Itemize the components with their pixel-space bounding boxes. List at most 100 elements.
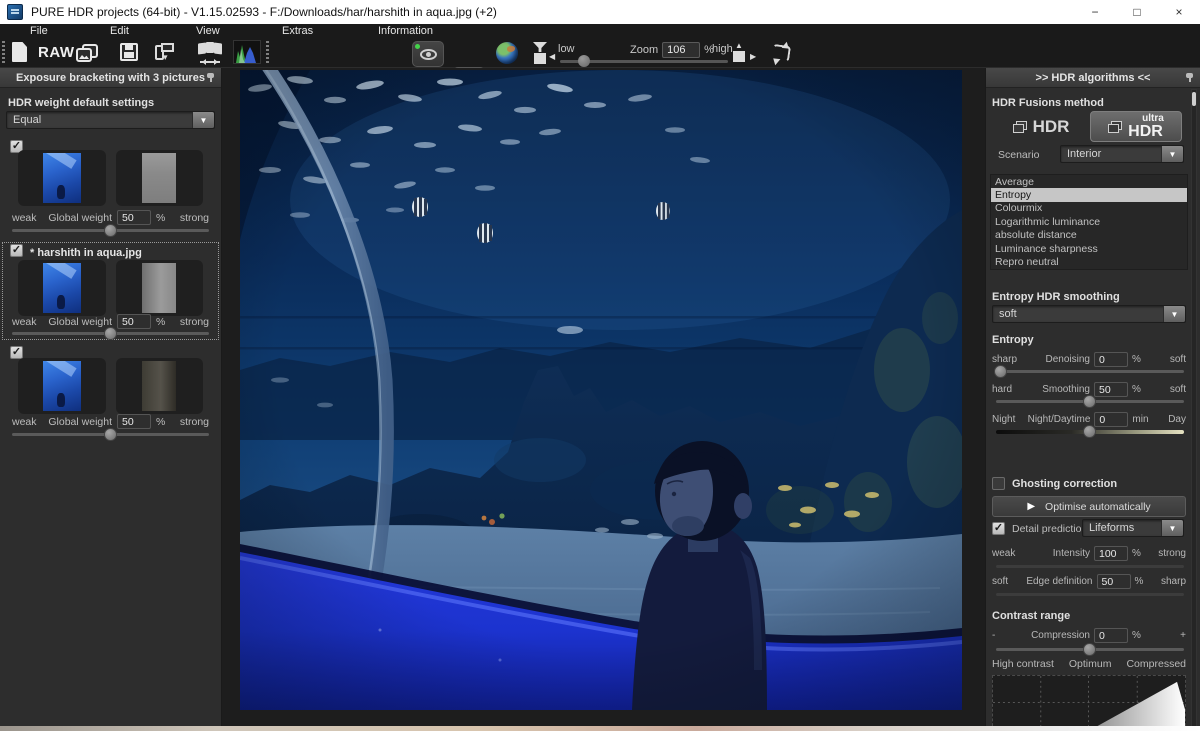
scrollbar-thumb[interactable] <box>1192 92 1196 106</box>
compression-slider[interactable] <box>996 648 1184 651</box>
denoising-input[interactable] <box>1094 352 1128 367</box>
exposure-2-checkbox[interactable]: ✓ <box>10 244 23 257</box>
weight-map-thumbnail[interactable] <box>116 260 204 316</box>
intensity-slider[interactable] <box>996 565 1184 568</box>
weight-map-thumbnail[interactable] <box>116 358 204 414</box>
exposure-item-3[interactable]: ✓ weak Global weight % strong <box>4 346 217 442</box>
decrease-arrow-icon[interactable]: ◀ <box>549 52 555 61</box>
chevron-down-icon[interactable]: ▼ <box>192 112 214 128</box>
algorithm-colourmix[interactable]: Colourmix <box>991 202 1187 215</box>
scenario-dropdown[interactable]: Interior ▼ <box>1060 145 1184 163</box>
menu-extras[interactable]: Extras <box>282 25 313 37</box>
weight-slider-1[interactable] <box>12 229 209 232</box>
chevron-down-icon[interactable]: ▼ <box>1163 306 1185 322</box>
panorama-view-button[interactable] <box>198 43 222 63</box>
slider-thumb[interactable] <box>104 224 117 237</box>
panel-scrollbar[interactable] <box>1191 89 1197 731</box>
source-thumbnail[interactable] <box>18 150 106 206</box>
exposure-panel-header[interactable]: Exposure bracketing with 3 pictures <box>0 68 221 88</box>
open-images-button[interactable] <box>76 44 98 62</box>
edge-definition-slider[interactable] <box>996 593 1184 596</box>
hdr-mode-button[interactable]: HDR <box>998 112 1084 142</box>
exposure-item-2[interactable]: ✓ * harshith in aqua.jpg weak Global wei… <box>4 244 217 338</box>
rotate-button[interactable] <box>770 43 792 63</box>
export-button[interactable]: ▾ <box>155 43 177 63</box>
contrast-curve <box>993 676 1185 731</box>
weight-preset-dropdown[interactable]: Equal ▼ <box>6 111 215 129</box>
preview-quality-slider[interactable] <box>560 60 728 63</box>
menu-file[interactable]: File <box>30 25 48 37</box>
slider-thumb[interactable] <box>104 327 117 340</box>
algorithm-average[interactable]: Average <box>991 175 1187 188</box>
color-space-button[interactable] <box>496 42 518 64</box>
weak-label: weak <box>12 416 46 428</box>
menu-view[interactable]: View <box>196 25 220 37</box>
weight-input-2[interactable] <box>117 314 151 329</box>
minimize-button[interactable]: − <box>1074 0 1116 24</box>
preview-toggle-button[interactable] <box>412 41 444 67</box>
new-project-button[interactable] <box>12 42 27 62</box>
weight-input-1[interactable] <box>117 210 151 225</box>
hdr-panel-header[interactable]: >> HDR algorithms << <box>986 68 1200 88</box>
algorithm-entropy[interactable]: Entropy <box>991 188 1187 201</box>
detail-prediction-checkbox[interactable]: ✓ <box>992 522 1005 535</box>
menu-bar: File Edit View Extras Information <box>0 24 1200 38</box>
raw-import-button[interactable]: RAW <box>38 44 75 61</box>
zoom-step-button[interactable]: ▲ <box>733 41 745 62</box>
close-button[interactable]: × <box>1158 0 1200 24</box>
contrast-curve-widget[interactable] <box>992 675 1186 731</box>
night-daytime-slider[interactable] <box>996 430 1184 434</box>
algorithm-absolute-distance[interactable]: absolute distance <box>991 229 1187 242</box>
exposure-item-1[interactable]: ✓ weak Global weight % strong <box>4 140 217 236</box>
chevron-down-icon[interactable]: ▼ <box>1161 520 1183 536</box>
night-daytime-input[interactable] <box>1094 412 1128 427</box>
histogram-button[interactable] <box>233 40 261 64</box>
smoothing-slider[interactable] <box>996 400 1184 403</box>
source-thumbnail[interactable] <box>18 358 106 414</box>
zoom-box-icon <box>733 51 745 62</box>
compression-input[interactable] <box>1094 628 1128 643</box>
strong-label: strong <box>169 212 209 224</box>
menu-edit[interactable]: Edit <box>110 25 129 37</box>
slider-thumb[interactable] <box>1083 395 1096 408</box>
increase-arrow-icon[interactable]: ▶ <box>750 52 756 61</box>
smoothing-input[interactable] <box>1094 382 1128 397</box>
denoising-unit: % <box>1128 354 1148 365</box>
strong-label: strong <box>169 316 209 328</box>
main-image-preview[interactable] <box>240 70 962 710</box>
weight-slider-3[interactable] <box>12 433 209 436</box>
save-button[interactable] <box>120 43 138 61</box>
slider-thumb[interactable] <box>994 365 1007 378</box>
scale-high-contrast: High contrast <box>992 658 1054 670</box>
weight-map-thumbnail[interactable] <box>116 150 204 206</box>
denoising-slider[interactable] <box>996 370 1184 373</box>
pin-icon[interactable] <box>1185 73 1194 82</box>
smoothing-dropdown[interactable]: soft ▼ <box>992 305 1186 323</box>
menu-information[interactable]: Information <box>378 25 433 37</box>
slider-thumb[interactable] <box>1083 643 1096 656</box>
optimise-automatically-button[interactable]: ▶ Optimise automatically <box>992 496 1186 517</box>
weight-input-3[interactable] <box>117 414 151 429</box>
pin-icon[interactable] <box>206 73 215 82</box>
source-thumbnail[interactable] <box>18 260 106 316</box>
intensity-input[interactable] <box>1094 546 1128 561</box>
filter-strength-button[interactable] <box>533 42 547 64</box>
ultra-hdr-mode-button[interactable]: ultra HDR <box>1090 111 1182 142</box>
zoom-input[interactable] <box>662 42 700 58</box>
algorithm-luminance-sharpness[interactable]: Luminance sharpness <box>991 242 1187 255</box>
slider-thumb[interactable] <box>104 428 117 441</box>
slider-thumb[interactable] <box>1083 425 1096 438</box>
detail-prediction-dropdown[interactable]: Lifeforms ▼ <box>1082 519 1184 537</box>
weak-label: weak <box>12 212 46 224</box>
algorithm-logarithmic-luminance[interactable]: Logarithmic luminance <box>991 215 1187 228</box>
toolbar: RAW ▾ ◀ low Zoo <box>0 38 1200 68</box>
app-icon <box>7 4 23 20</box>
slider-thumb[interactable] <box>578 55 590 67</box>
maximize-button[interactable]: □ <box>1116 0 1158 24</box>
toolbar-grip[interactable] <box>2 41 5 65</box>
algorithm-repro-neutral[interactable]: Repro neutral <box>991 255 1187 268</box>
chevron-down-icon[interactable]: ▼ <box>1161 146 1183 162</box>
ghosting-checkbox[interactable] <box>992 477 1005 490</box>
weight-slider-2[interactable] <box>12 332 209 335</box>
edge-definition-input[interactable] <box>1097 574 1131 589</box>
